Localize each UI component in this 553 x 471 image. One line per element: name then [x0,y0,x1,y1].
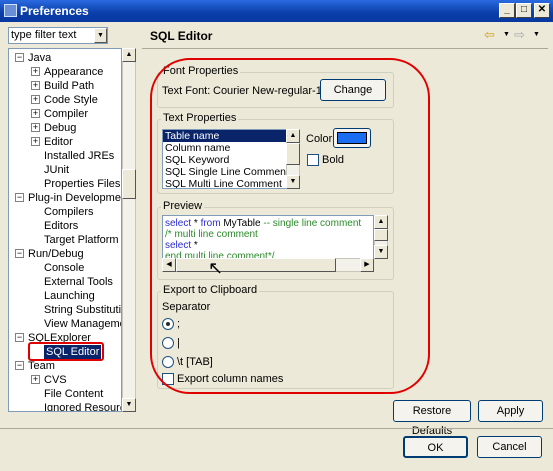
tree-item[interactable]: Compiler [44,107,88,121]
highlight-sql-editor [28,342,104,361]
collapse-icon[interactable]: − [15,53,24,62]
scroll-thumb[interactable] [122,169,136,199]
expand-icon[interactable]: + [31,95,40,104]
app-icon [4,4,17,17]
filter-dropdown-icon[interactable]: ▼ [94,28,107,43]
tree-item[interactable]: Code Style [44,93,98,107]
collapse-icon[interactable]: − [15,361,24,370]
tree-item[interactable]: CVS [44,373,67,387]
tree-item[interactable]: Ignored Resource [44,401,121,411]
tree-item[interactable]: Target Platform [44,233,119,247]
filter-input[interactable]: type filter text [8,27,108,44]
highlight-ellipse [150,58,430,394]
tree-item[interactable]: Build Path [44,79,94,93]
tree-item[interactable]: Properties Files Ed [44,177,121,191]
tree-item[interactable]: Team [28,359,55,373]
collapse-icon[interactable]: − [15,333,24,342]
expand-icon[interactable]: + [31,123,40,132]
tree-item[interactable]: Debug [44,121,76,135]
cancel-button[interactable]: Cancel [477,436,542,458]
footer-divider [0,428,553,429]
expand-icon[interactable]: + [31,137,40,146]
tree-item[interactable]: Editors [44,219,78,233]
tree-item[interactable]: External Tools [44,275,113,289]
expand-icon[interactable]: + [31,67,40,76]
tree-item[interactable]: Compilers [44,205,94,219]
tree-item[interactable]: Editor [44,135,73,149]
tree-item[interactable]: File Content [44,387,103,401]
expand-icon[interactable]: + [31,81,40,90]
tree-item[interactable]: Java [28,51,51,65]
tree-item[interactable]: Run/Debug [28,247,84,261]
header-divider [142,48,548,49]
page-title: SQL Editor [150,29,213,43]
expand-icon[interactable]: + [31,109,40,118]
tree-item[interactable]: String Substitution [44,303,121,317]
tree-item[interactable]: Installed JREs [44,149,114,163]
back-arrow-icon[interactable]: ⇦ [484,27,495,43]
scroll-up-icon[interactable]: ▲ [122,48,136,62]
collapse-icon[interactable]: − [15,249,24,258]
forward-dropdown-icon[interactable]: ▼ [533,31,540,38]
tree-item[interactable]: View Management [44,317,121,331]
tree-item[interactable]: Appearance [44,65,103,79]
window-title: Preferences [20,4,89,18]
tree-scrollbar[interactable]: ▲ ▼ [122,48,136,412]
tree-item[interactable]: Launching [44,289,95,303]
back-dropdown-icon[interactable]: ▼ [503,31,510,38]
tree-item[interactable]: Plug-in Development [28,191,121,205]
restore-defaults-button[interactable]: Restore Defaults [393,400,471,437]
tree-item[interactable]: JUnit [44,163,69,177]
expand-icon[interactable]: + [31,375,40,384]
minimize-icon[interactable]: _ [499,3,515,18]
scroll-down-icon[interactable]: ▼ [122,398,136,412]
close-icon[interactable]: ✕ [534,3,550,18]
maximize-icon[interactable]: □ [516,3,532,18]
tree-item[interactable]: Console [44,261,84,275]
ok-button[interactable]: OK [403,436,468,458]
forward-arrow-icon[interactable]: ⇨ [514,27,525,43]
title-bar: Preferences _ □ ✕ [0,0,553,22]
collapse-icon[interactable]: − [15,193,24,202]
apply-button[interactable]: Apply [478,400,543,422]
